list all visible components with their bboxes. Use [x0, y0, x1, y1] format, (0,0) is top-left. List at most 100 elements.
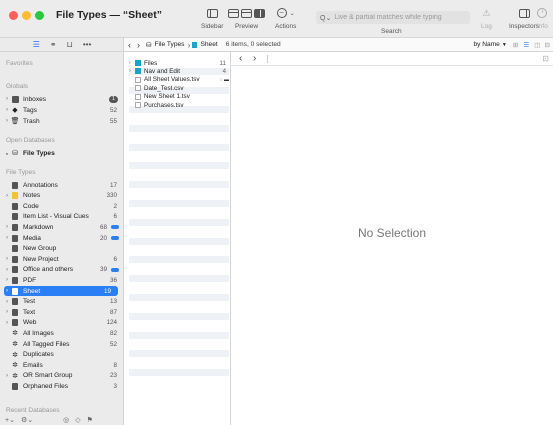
- chevron-down-icon[interactable]: ▼: [502, 42, 507, 48]
- sidebar-item-label: Emails: [23, 361, 43, 369]
- more-tab-icon[interactable]: •••: [83, 40, 91, 49]
- item-count: 11: [219, 59, 226, 67]
- search-field[interactable]: Q⌄: [316, 11, 470, 24]
- sidebar-item-emails[interactable]: ✲ Emails 8: [0, 360, 124, 370]
- breadcrumb-database[interactable]: File Types: [155, 41, 185, 48]
- sidebar-item-trash[interactable]: › 🗑 Trash 55: [0, 116, 124, 126]
- back-icon[interactable]: ‹: [128, 40, 131, 50]
- group-icon: [11, 255, 19, 263]
- row-stripe: [129, 275, 229, 283]
- list-view-icon[interactable]: ☰: [523, 41, 529, 49]
- item-count: 3: [113, 382, 117, 390]
- log-button[interactable]: ⚠ Log: [481, 6, 492, 30]
- sidebar-item-tags[interactable]: › ◆ Tags 52: [0, 105, 124, 115]
- sidebar-item-label: Media: [23, 234, 41, 242]
- chevron-right-icon[interactable]: ›: [3, 96, 11, 102]
- sidebar-item-or-smart-group[interactable]: › ✲ OR Smart Group 23: [0, 371, 124, 381]
- sidebar-item-notes[interactable]: › Notes 330: [0, 191, 124, 201]
- list-item-all-sheet-values[interactable]: All Sheet Values.tsv ◌ ▬: [129, 76, 229, 84]
- preview-list-icon[interactable]: [228, 8, 239, 18]
- chevron-right-icon[interactable]: ›: [3, 267, 11, 273]
- tags-tab-icon[interactable]: ⚭: [50, 40, 57, 49]
- sidebar-item-code[interactable]: Code 2: [0, 201, 124, 211]
- chevron-right-icon[interactable]: ›: [3, 224, 11, 230]
- chevron-right-icon[interactable]: ›: [3, 277, 11, 283]
- share-icon[interactable]: ⊡: [542, 54, 549, 63]
- sidebar-item-file-types-db[interactable]: ● ⛁ File Types: [0, 148, 124, 158]
- close-window-button[interactable]: [9, 11, 18, 20]
- inspectors-label: Inspectors: [509, 23, 539, 30]
- sidebar-item-new-project[interactable]: › New Project 6: [0, 254, 124, 264]
- sidebar-item-text[interactable]: › Text 87: [0, 307, 124, 317]
- add-icon[interactable]: +⌄: [5, 416, 15, 424]
- forward-icon[interactable]: ›: [253, 53, 256, 64]
- info-button[interactable]: i Info: [537, 6, 548, 30]
- sidebar-toggle-button[interactable]: Sidebar: [201, 6, 223, 30]
- actions-button[interactable]: – ⌄ Actions: [275, 6, 296, 30]
- chevron-right-icon[interactable]: ›: [3, 235, 11, 241]
- list-item-new-sheet-1[interactable]: New Sheet 1.tsv: [129, 93, 229, 101]
- group-icon: [11, 181, 19, 189]
- zoom-window-button[interactable]: [35, 11, 44, 20]
- sidebar-item-duplicates[interactable]: ✲ Duplicates: [0, 350, 124, 360]
- sidebar-item-test[interactable]: › Test 13: [0, 297, 124, 307]
- sidebar-item-media[interactable]: › Media 20: [0, 233, 124, 243]
- column-view-icon[interactable]: ◫: [534, 41, 540, 49]
- sidebar-item-item-list-visual-cues[interactable]: Item List - Visual Cues 6: [0, 212, 124, 222]
- sidebar-item-new-group[interactable]: New Group: [0, 244, 124, 254]
- sort-selector[interactable]: by Name: [473, 41, 499, 48]
- divider: [267, 55, 268, 63]
- smart-group-icon: ✲: [12, 351, 18, 359]
- search-input[interactable]: [334, 14, 465, 21]
- back-icon[interactable]: ‹: [239, 53, 242, 64]
- gear-icon[interactable]: ⚙⌄: [21, 416, 33, 424]
- group-icon: [11, 245, 19, 253]
- navigate-tab-icon[interactable]: ☰: [33, 40, 40, 49]
- preview-toggle[interactable]: Preview: [228, 6, 265, 30]
- sidebar-item-all-tagged-files[interactable]: ✲ All Tagged Files 52: [0, 339, 124, 349]
- minimize-window-button[interactable]: [22, 11, 31, 20]
- forward-icon[interactable]: ›: [137, 40, 140, 50]
- sidebar-item-web[interactable]: › Web 124: [0, 318, 124, 328]
- preview-right-icon[interactable]: [254, 8, 265, 18]
- item-count: 55: [109, 117, 117, 125]
- cover-view-icon[interactable]: ⊟: [544, 41, 550, 49]
- preview-split-icon[interactable]: [241, 8, 252, 18]
- list-item-label: New Sheet 1.tsv: [144, 93, 190, 101]
- list-item-purchases[interactable]: Purchases.tsv: [129, 101, 229, 109]
- inspectors-icon: [518, 8, 530, 18]
- sidebar-item-inboxes[interactable]: › Inboxes 1: [0, 94, 124, 104]
- sidebar-item-pdf[interactable]: › PDF 36: [0, 275, 124, 285]
- sidebar-item-label: Tags: [23, 106, 37, 114]
- sidebar-item-label: Sheet: [23, 287, 41, 295]
- chevron-right-icon[interactable]: ›: [3, 373, 11, 379]
- search-icon[interactable]: ◎: [63, 416, 69, 424]
- list-item-date-test[interactable]: Date_Test.csv: [129, 84, 229, 92]
- sidebar-item-sheet[interactable]: › Sheet 19: [4, 286, 118, 296]
- chevron-right-icon[interactable]: ›: [3, 299, 11, 305]
- group-icon: [11, 382, 19, 390]
- tag-icon[interactable]: ◇: [75, 416, 80, 424]
- chevron-right-icon[interactable]: ›: [3, 107, 11, 113]
- chevron-right-icon[interactable]: ›: [3, 193, 11, 199]
- list-item-nav-and-edit[interactable]: › Nav and Edit 4: [129, 67, 229, 75]
- sidebar-item-office-and-others[interactable]: › Office and others 39: [0, 265, 124, 275]
- chevron-right-icon[interactable]: ›: [3, 320, 11, 326]
- chevron-right-icon[interactable]: ›: [3, 256, 11, 262]
- file-types-heading: File Types: [6, 169, 36, 176]
- breadcrumb-group[interactable]: Sheet: [200, 41, 217, 48]
- inspectors-button[interactable]: Inspectors: [509, 6, 539, 30]
- chevron-right-icon[interactable]: ›: [3, 288, 11, 294]
- sidebar-item-orphaned-files[interactable]: Orphaned Files 3: [0, 381, 124, 391]
- sidebar-item-all-images[interactable]: ✲ All Images 82: [0, 328, 124, 338]
- flag-icon[interactable]: ⚑: [87, 416, 93, 424]
- list-item-files[interactable]: › Files 11: [129, 59, 229, 67]
- sidebar-item-label: New Project: [23, 255, 59, 263]
- sidebar-item-label: Test: [23, 298, 36, 306]
- imports-tab-icon[interactable]: ⊔: [67, 40, 73, 49]
- icon-view-icon[interactable]: ⊞: [513, 41, 519, 49]
- sidebar-icon: [206, 8, 218, 18]
- chevron-right-icon[interactable]: ›: [3, 309, 11, 315]
- sidebar-item-annotations[interactable]: Annotations 17: [0, 180, 124, 190]
- sidebar-item-markdown[interactable]: › Markdown 68: [0, 222, 124, 232]
